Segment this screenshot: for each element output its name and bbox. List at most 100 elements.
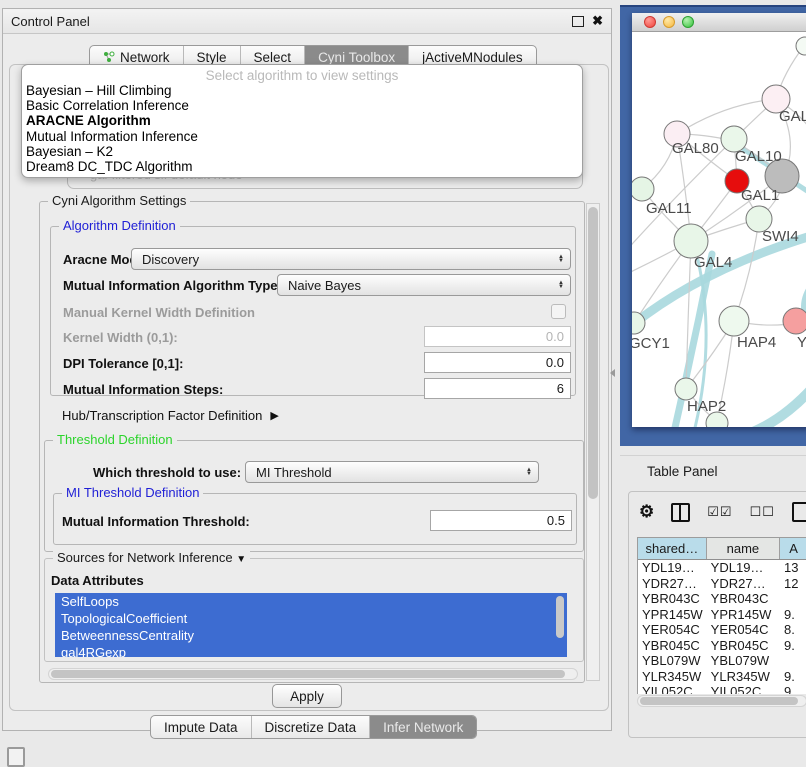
table-hscrollbar[interactable] [637,695,806,707]
node-hap4[interactable] [719,306,749,336]
attribute-item-selfloops[interactable]: SelfLoops [55,593,567,610]
table-function-icon[interactable] [792,502,806,522]
table-row[interactable]: YBL079WYBL079W [638,653,806,669]
table-row[interactable]: YPR145WYPR145W9. [638,607,806,623]
select-all-checkboxes-icon[interactable]: ☑☑ [707,504,732,520]
tab-discretize-data[interactable]: Discretize Data [252,716,371,738]
table-row[interactable]: YLR345WYLR345W9. [638,669,806,685]
data-attributes-list[interactable]: SelfLoopsTopologicalCoefficientBetweenne… [55,593,567,657]
dpi-tolerance-field[interactable]: 0.0 [424,352,571,373]
mi-threshold-field[interactable]: 0.5 [430,510,572,531]
which-threshold-combo[interactable]: MI Threshold ▲▼ [245,461,539,483]
table-hscroll-thumb[interactable] [640,697,798,705]
algorithm-option-basic-correlation-inference[interactable]: Basic Correlation Inference [22,98,582,113]
table-cell: YBL079W [638,653,707,669]
threshold-definition-title: Threshold Definition [53,433,177,447]
hub-expand-arrow-icon[interactable]: ▶ [270,409,278,422]
node-attribute-table[interactable]: shared…nameA YDL19…YDL19…13YDR27…YDR27…1… [637,537,806,694]
table-cell: 9. [780,607,806,623]
algorithm-popup-items: Bayesian – Hill ClimbingBasic Correlatio… [22,83,582,174]
network-edge-highlighted[interactable] [748,372,806,427]
minimized-panel-icon[interactable] [7,747,25,767]
attribute-item-betweennesscentrality[interactable]: BetweennessCentrality [55,627,567,644]
network-graph[interactable]: GALGAL80GAL10GAL1GAL11SWI4GAL4GCY1HAP4YH… [632,32,806,427]
table-row[interactable]: YBR043CYBR043C [638,591,806,607]
algorithm-option-bayesian-k2[interactable]: Bayesian – K2 [22,144,582,159]
aracne-mode-combo[interactable]: Discovery ▲▼ [131,248,571,270]
close-window-icon[interactable] [644,16,656,28]
node-gal4[interactable] [674,224,708,258]
table-cell: 9. [780,638,806,654]
algorithm-option-dream8-dc-tdc-algorithm[interactable]: Dream8 DC_TDC Algorithm [22,159,582,174]
mi-steps-label: Mutual Information Steps: [63,382,223,397]
algorithm-placeholder: Select algorithm to view settings [22,68,582,83]
manual-kernel-checkbox[interactable] [551,304,566,319]
kernel-width-field[interactable]: 0.0 [424,326,571,347]
tab-label: Impute Data [164,720,238,735]
node-gal11[interactable] [632,177,654,201]
table-row[interactable]: YIL052CYIL052C9. [638,684,806,694]
settings-hscrollbar[interactable] [48,668,578,680]
settings-hscroll-thumb[interactable] [51,670,565,678]
settings-gear-icon[interactable]: ⚙ [639,503,654,521]
attribute-item-topologicalcoefficient[interactable]: TopologicalCoefficient [55,610,567,627]
close-panel-icon[interactable]: ✖ [592,16,603,26]
mi-type-combo[interactable]: Naive Bayes ▲▼ [277,274,571,296]
settings-vscrollbar[interactable] [586,203,600,681]
node-hap2[interactable] [675,378,697,400]
hub-definition-row[interactable]: Hub/Transcription Factor Definition ▶ [62,408,279,423]
algorithm-option-bayesian-hill-climbing[interactable]: Bayesian – Hill Climbing [22,83,582,98]
network-canvas[interactable]: GALGAL80GAL10GAL1GAL11SWI4GAL4GCY1HAP4YH… [632,32,806,427]
table-row[interactable]: YDL19…YDL19…13 [638,560,806,576]
table-row[interactable]: YER054CYER054C8. [638,622,806,638]
table-panel-divider [620,455,806,456]
column-header-a[interactable]: A [780,538,806,559]
attribute-item-gal4rgexp[interactable]: gal4RGexp [55,644,567,657]
mi-threshold-group-title: MI Threshold Definition [62,486,203,500]
tab-infer-network[interactable]: Infer Network [370,716,476,738]
node-label-gal10: GAL10 [735,148,782,165]
mi-steps-field[interactable]: 6 [424,378,571,399]
mi-steps-value: 6 [557,381,564,396]
table-cell: 12 [780,576,806,592]
table-row[interactable]: YBR045CYBR045C9. [638,638,806,654]
sources-collapse-arrow-icon[interactable]: ▼ [236,554,246,565]
which-threshold-label: Which threshold to use: [93,465,241,480]
node-edge-cut[interactable] [796,37,806,55]
tab-label: Infer Network [383,720,463,735]
split-columns-icon[interactable] [671,503,690,522]
control-panel-window: Control Panel ✖ NetworkStyleSelectCyni T… [2,8,612,731]
table-cell: 9. [780,669,806,685]
manual-kernel-label: Manual Kernel Width Definition [63,305,255,320]
split-divider-handle[interactable] [610,369,615,377]
data-attributes-label: Data Attributes [51,573,144,588]
node-label-gal80: GAL80 [672,140,719,157]
algorithm-option-aracne-algorithm[interactable]: ARACNE Algorithm [22,113,582,128]
algorithm-option-mutual-information-inference[interactable]: Mutual Information Inference [22,129,582,144]
algorithm-dropdown-popup: Select algorithm to view settings Bayesi… [21,64,583,178]
cyni-bottom-tabs: Impute Data Discretize Data Infer Network [150,715,477,739]
float-panel-icon[interactable] [572,16,584,27]
mi-threshold-group: MI Threshold Definition Mutual Informati… [53,493,577,545]
table-cell: YDR27… [638,576,707,592]
network-edge[interactable] [734,219,759,321]
sources-title-text: Sources for Network Inference [57,550,233,565]
network-view-window[interactable]: GALGAL80GAL10GAL1GAL11SWI4GAL4GCY1HAP4YH… [632,13,806,427]
aracne-mode-value: Discovery [142,252,199,267]
table-body: YDL19…YDL19…13YDR27…YDR27…12YBR043CYBR04… [638,560,806,694]
zoom-window-icon[interactable] [682,16,694,28]
column-header-name[interactable]: name [707,538,780,559]
table-cell: YPR145W [638,607,707,623]
table-cell: 13 [780,560,806,576]
deselect-checkboxes-icon[interactable]: ☐☐ [750,504,775,520]
table-row[interactable]: YDR27…YDR27…12 [638,576,806,592]
settings-vscroll-thumb[interactable] [588,207,598,499]
tab-label: Select [254,50,292,65]
apply-button[interactable]: Apply [272,684,342,708]
minimize-window-icon[interactable] [663,16,675,28]
node-salmon[interactable] [783,308,806,334]
dpi-tolerance-value: 0.0 [546,355,564,370]
tab-impute-data[interactable]: Impute Data [151,716,252,738]
attributes-scrollbar[interactable] [556,596,564,638]
column-header-shared[interactable]: shared… [638,538,707,559]
